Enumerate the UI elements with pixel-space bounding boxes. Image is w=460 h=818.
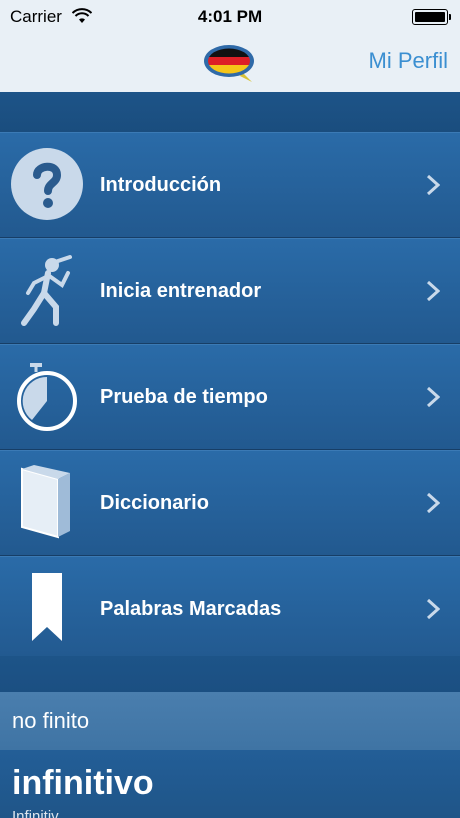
word-title: infinitivo [12, 764, 154, 802]
divider-band [0, 656, 460, 693]
book-icon [21, 465, 70, 539]
menu-item-label: Introducción [100, 174, 222, 196]
word-translation: Infinitiv [12, 808, 59, 818]
question-mark-icon [11, 148, 83, 220]
menu-item-label: Palabras Marcadas [100, 598, 282, 620]
chevron-right-icon [426, 174, 440, 196]
menu-item-marked-words[interactable]: Palabras Marcadas [0, 556, 460, 662]
word-type-bar: no finito [0, 692, 460, 751]
chevron-right-icon [426, 598, 440, 620]
menu-item-time-test[interactable]: Prueba de tiempo [0, 344, 460, 450]
word-of-the-day-panel[interactable]: infinitivo Infinitiv [0, 750, 460, 818]
header-band [0, 92, 460, 133]
status-bar: Carrier 4:01 PM [0, 0, 460, 34]
stopwatch-icon [17, 363, 77, 431]
menu-item-label: Prueba de tiempo [100, 386, 268, 408]
chevron-right-icon [426, 280, 440, 302]
menu-item-label: Inicia entrenador [100, 280, 262, 302]
menu-item-start-trainer[interactable]: Inicia entrenador [0, 238, 460, 344]
runner-icon [21, 255, 72, 326]
chevron-right-icon [426, 492, 440, 514]
word-type-label: no finito [12, 708, 90, 733]
menu-item-label: Diccionario [100, 492, 209, 514]
my-profile-button[interactable]: Mi Perfil [369, 48, 448, 74]
menu-item-dictionary[interactable]: Diccionario [0, 450, 460, 556]
clock: 4:01 PM [197, 7, 263, 26]
chevron-right-icon [426, 386, 440, 408]
menu-item-introduction[interactable]: Introducción [0, 132, 460, 238]
bookmark-icon [32, 573, 62, 641]
battery-icon [412, 9, 451, 25]
german-flag-speech-bubble-icon [204, 45, 254, 82]
main-menu: Introducción Inicia entrenador Prueba de… [0, 132, 460, 662]
nav-bar: Mi Perfil [0, 34, 460, 92]
